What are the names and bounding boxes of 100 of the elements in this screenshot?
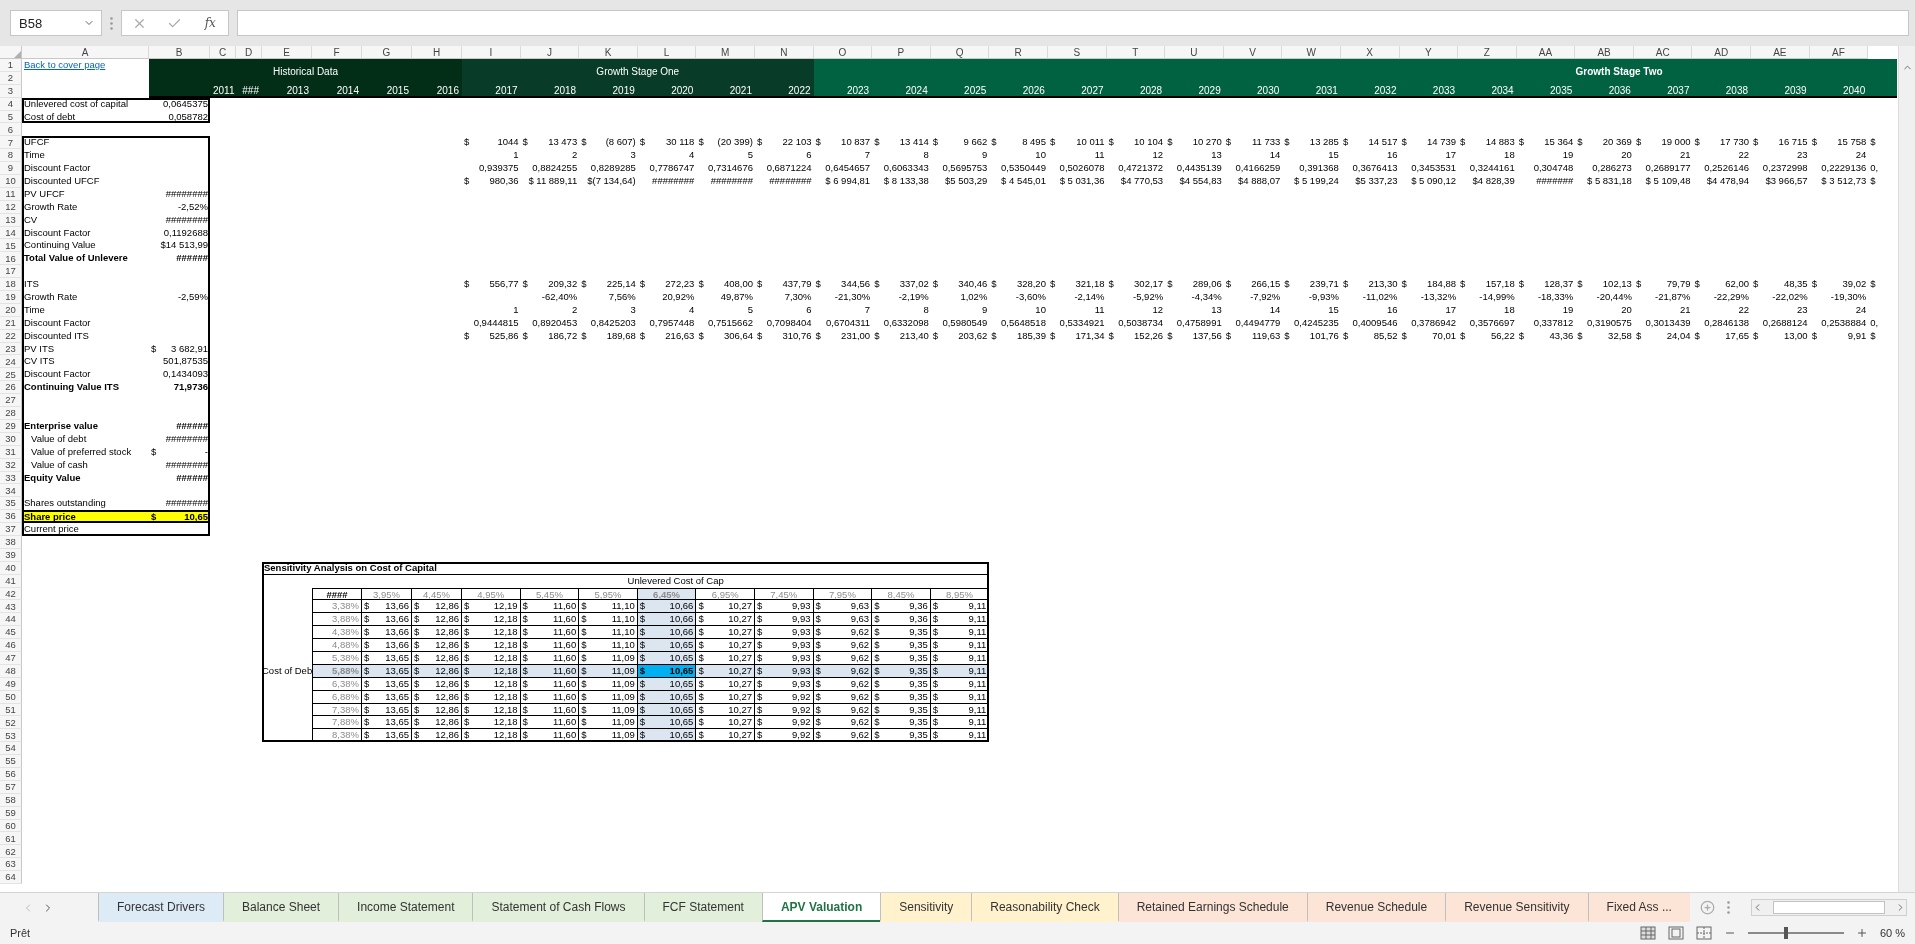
column-header[interactable]: F	[312, 46, 362, 59]
column-header[interactable]: AC	[1633, 46, 1693, 59]
column-header[interactable]: V	[1223, 46, 1283, 59]
row-header[interactable]: 35	[0, 497, 22, 511]
row-header[interactable]: 52	[0, 716, 22, 730]
column-header[interactable]: G	[362, 46, 412, 59]
row-header[interactable]: 36	[0, 510, 22, 524]
column-header[interactable]: K	[579, 46, 638, 59]
row-header[interactable]: 27	[0, 394, 22, 408]
band-title: Growth Stage Two	[1574, 65, 1664, 80]
sheet-tab[interactable]: Income Statement	[338, 893, 473, 922]
row-header[interactable]: 26	[0, 381, 22, 395]
column-header[interactable]: AE	[1751, 46, 1810, 59]
row-header[interactable]: 44	[0, 613, 22, 627]
column-header[interactable]: X	[1340, 46, 1400, 59]
cover-page-link[interactable]: Back to cover page	[22, 59, 149, 72]
column-header[interactable]: AF	[1809, 46, 1869, 59]
row-header[interactable]: 61	[0, 832, 22, 846]
table-cell: Share price	[22, 510, 149, 524]
row-header[interactable]: 10	[0, 175, 22, 188]
table-cell-text: 0,6871224	[765, 162, 813, 175]
column-header[interactable]: H	[412, 46, 462, 59]
formula-input[interactable]	[237, 10, 1909, 36]
row-header[interactable]: 28	[0, 407, 22, 420]
column-header[interactable]: D	[236, 46, 262, 59]
row-header[interactable]: 9	[0, 162, 22, 175]
row-header[interactable]: 54	[0, 742, 22, 756]
column-header[interactable]: U	[1165, 46, 1224, 59]
sheet-tab[interactable]: Revenue Sensitivity	[1445, 893, 1588, 922]
sheet-tab[interactable]: Forecast Drivers	[98, 893, 223, 922]
column-header[interactable]: N	[754, 46, 814, 59]
sheet-tab[interactable]: Reasonability Check	[971, 893, 1118, 922]
table-cell: $ 9,62	[813, 651, 873, 665]
sheet-tab[interactable]: Statement of Cash Flows	[472, 893, 644, 922]
table-cell-text: $ 225,14	[580, 278, 637, 292]
column-header[interactable]: B	[149, 46, 210, 59]
row-header[interactable]: 7	[0, 136, 22, 150]
row-header[interactable]: 24	[0, 355, 22, 369]
select-all-corner[interactable]	[0, 46, 22, 59]
column-header[interactable]: Y	[1399, 46, 1459, 59]
column-header[interactable]: I	[462, 46, 521, 59]
horizontal-scrollbar[interactable]	[1751, 899, 1907, 916]
vertical-scrollbar[interactable]	[1898, 46, 1915, 892]
page-layout-icon[interactable]	[1667, 926, 1684, 940]
row-header[interactable]: 37	[0, 523, 22, 536]
table-cell-text: $ 56,22	[1459, 329, 1516, 343]
column-header[interactable]: Z	[1458, 46, 1517, 59]
row-header[interactable]: 45	[0, 626, 22, 640]
column-header[interactable]: A	[22, 46, 149, 59]
sheet-tab[interactable]: Sensitivity	[880, 893, 972, 922]
column-header[interactable]: M	[696, 46, 755, 59]
row-header[interactable]: 18	[0, 278, 22, 292]
row-header[interactable]: 19	[0, 291, 22, 304]
row-header[interactable]: 34	[0, 484, 22, 498]
row-header[interactable]: 15	[0, 239, 22, 253]
sheet-tab[interactable]: FCF Statement	[643, 893, 762, 922]
column-header[interactable]: S	[1047, 46, 1107, 59]
sheet-tab[interactable]: Revenue Schedule	[1306, 893, 1446, 922]
column-header[interactable]: C	[210, 46, 236, 59]
column-header[interactable]: AD	[1692, 46, 1752, 59]
column-header[interactable]: E	[262, 46, 312, 59]
add-sheet-icon[interactable]	[1699, 900, 1715, 915]
zoom-in-icon[interactable]	[1855, 927, 1868, 939]
sheet-tab[interactable]: Balance Sheet	[223, 893, 339, 922]
row-header[interactable]: 6	[0, 123, 22, 137]
column-header[interactable]: AB	[1575, 46, 1634, 59]
year-cell-text: 2030	[1256, 84, 1281, 98]
row-header[interactable]: 63	[0, 858, 22, 872]
name-box[interactable]: B58	[10, 10, 102, 36]
table-cell: $ 11,10	[579, 600, 638, 614]
insert-function-button[interactable]: fx	[202, 16, 218, 30]
normal-view-icon[interactable]	[1639, 926, 1656, 940]
column-header[interactable]: O	[813, 46, 873, 59]
table-cell-text: $ 213,30	[1341, 278, 1399, 292]
row-header[interactable]: 43	[0, 600, 22, 614]
column-header[interactable]: J	[520, 46, 580, 59]
row-header[interactable]: 64	[0, 871, 22, 884]
column-header[interactable]: R	[989, 46, 1048, 59]
row-header[interactable]: 16	[0, 252, 22, 266]
sheet-tab[interactable]: APV Valuation	[761, 893, 881, 922]
row-header[interactable]: 1	[0, 59, 22, 72]
column-header[interactable]: P	[872, 46, 931, 59]
row-header[interactable]: 46	[0, 639, 22, 652]
row-header[interactable]: 55	[0, 755, 22, 768]
zoom-slider-thumb[interactable]	[1784, 927, 1789, 939]
row-header[interactable]: 62	[0, 845, 22, 859]
page-break-icon[interactable]	[1695, 926, 1712, 940]
table-cell: $ 9,35	[872, 639, 931, 652]
sheet-tab[interactable]: Retained Earnings Schedule	[1117, 893, 1307, 922]
row-header[interactable]: 53	[0, 729, 22, 743]
row-header[interactable]: 8	[0, 149, 22, 163]
sheet-tab[interactable]: Fixed Ass ...	[1587, 893, 1690, 922]
column-header[interactable]: Q	[930, 46, 990, 59]
row-header[interactable]: 25	[0, 368, 22, 382]
table-cell: $ 11,60	[520, 613, 580, 627]
column-header[interactable]: L	[637, 46, 697, 59]
column-header[interactable]: W	[1282, 46, 1341, 59]
column-header[interactable]: T	[1106, 46, 1166, 59]
column-header[interactable]: AA	[1516, 46, 1576, 59]
row-header[interactable]: 17	[0, 265, 22, 279]
